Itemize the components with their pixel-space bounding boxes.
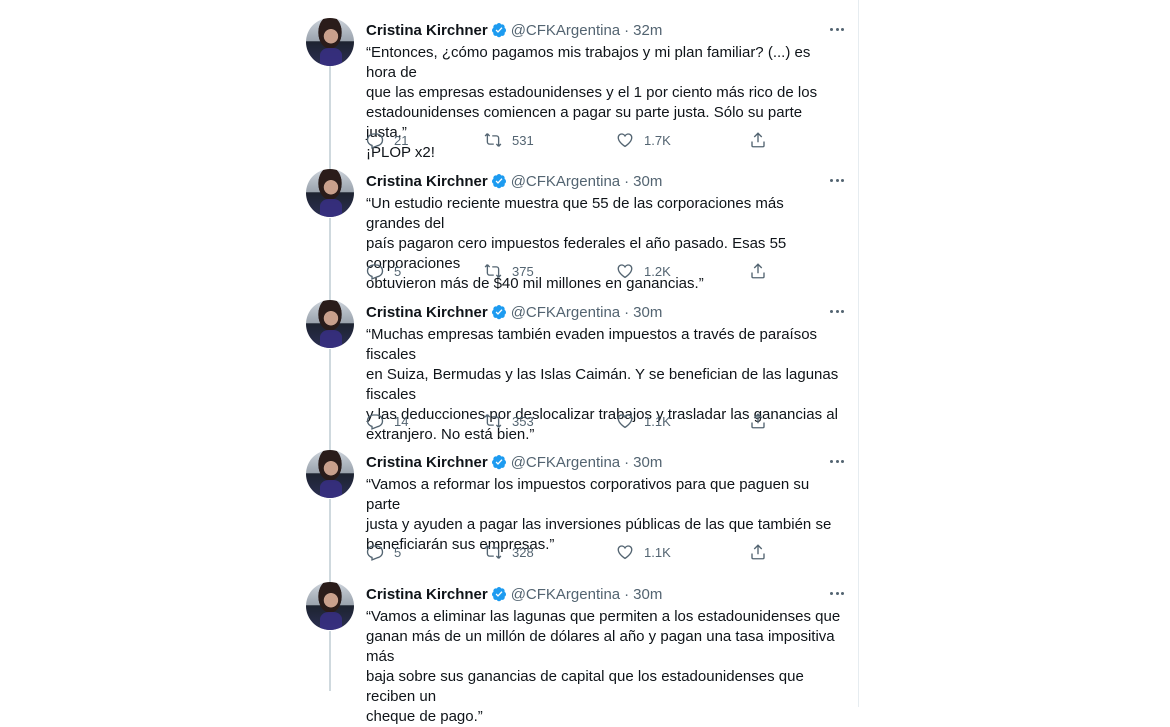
tweet-thread: Cristina Kirchner @CFKArgentina · 32m “E…	[292, 0, 859, 725]
tweet-header: Cristina Kirchner @CFKArgentina · 32m	[366, 20, 662, 40]
tweet-header: Cristina Kirchner @CFKArgentina · 30m	[366, 171, 662, 191]
like-button[interactable]: 1.2K	[616, 261, 671, 281]
avatar[interactable]	[306, 169, 354, 217]
retweet-icon	[484, 545, 502, 559]
retweet-button[interactable]: 353	[484, 411, 534, 431]
verified-badge-icon	[491, 305, 506, 320]
tweet-text: “Muchas empresas también evaden impuesto…	[366, 326, 839, 443]
reply-button[interactable]: 5	[366, 542, 401, 562]
like-icon	[617, 545, 633, 560]
reply-icon	[366, 264, 384, 280]
reply-button[interactable]: 14	[366, 411, 408, 431]
separator-dot: ·	[624, 172, 630, 190]
author-name[interactable]: Cristina Kirchner	[366, 304, 488, 321]
like-count: 1.7K	[644, 132, 671, 148]
separator-dot: ·	[624, 303, 630, 321]
author-handle[interactable]: @CFKArgentina	[511, 304, 620, 321]
like-icon	[617, 414, 633, 429]
tweet-text: “Entonces, ¿cómo pagamos mis trabajos y …	[366, 44, 818, 161]
separator-dot: ·	[624, 453, 630, 471]
like-count: 1.1K	[644, 413, 671, 429]
avatar[interactable]	[306, 300, 354, 348]
thread-line	[329, 499, 331, 582]
retweet-icon	[484, 414, 502, 428]
author-name[interactable]: Cristina Kirchner	[366, 22, 488, 39]
thread-line	[329, 349, 331, 450]
share-icon	[751, 413, 765, 429]
reply-count: 5	[394, 544, 402, 560]
reply-icon	[366, 545, 384, 561]
avatar[interactable]	[306, 582, 354, 630]
author-handle[interactable]: @CFKArgentina	[511, 173, 620, 190]
tweet-header: Cristina Kirchner @CFKArgentina · 30m	[366, 584, 662, 604]
like-count: 1.2K	[644, 263, 671, 279]
share-icon	[751, 132, 765, 148]
tweet-text: “Vamos a reformar los impuestos corporat…	[366, 476, 832, 553]
more-icon[interactable]	[830, 585, 844, 601]
like-count: 1.1K	[644, 544, 671, 560]
tweet-text: “Vamos a eliminar las lagunas que permit…	[366, 608, 841, 725]
share-button[interactable]	[749, 130, 767, 150]
tweet-text: “Un estudio reciente muestra que 55 de l…	[366, 195, 787, 292]
retweet-count: 353	[512, 413, 534, 429]
share-button[interactable]	[749, 542, 767, 562]
retweet-count: 531	[512, 132, 534, 148]
retweet-icon	[484, 133, 502, 147]
share-button[interactable]	[749, 261, 767, 281]
author-handle[interactable]: @CFKArgentina	[511, 22, 620, 39]
tweet-header: Cristina Kirchner @CFKArgentina · 30m	[366, 302, 662, 322]
reply-count: 14	[394, 413, 409, 429]
reply-icon	[366, 133, 384, 149]
thread-line	[329, 66, 331, 169]
verified-badge-icon	[491, 23, 506, 38]
retweet-icon	[484, 264, 502, 278]
tweet-header: Cristina Kirchner @CFKArgentina · 30m	[366, 452, 662, 472]
reply-count: 5	[394, 263, 402, 279]
thread-line	[329, 218, 331, 300]
author-name[interactable]: Cristina Kirchner	[366, 454, 488, 471]
more-icon[interactable]	[830, 453, 844, 469]
retweet-button[interactable]: 531	[484, 130, 534, 150]
share-icon	[751, 263, 765, 279]
retweet-button[interactable]: 328	[484, 542, 534, 562]
reply-button[interactable]: 5	[366, 261, 401, 281]
author-handle[interactable]: @CFKArgentina	[511, 586, 620, 603]
separator-dot: ·	[624, 585, 630, 603]
timestamp[interactable]: 30m	[633, 304, 662, 321]
reply-button[interactable]: 21	[366, 130, 408, 150]
reply-icon	[366, 414, 384, 430]
like-button[interactable]: 1.1K	[616, 542, 671, 562]
timestamp[interactable]: 30m	[633, 173, 662, 190]
more-icon[interactable]	[830, 172, 844, 188]
like-button[interactable]: 1.1K	[616, 411, 671, 431]
more-icon[interactable]	[830, 303, 844, 319]
verified-badge-icon	[491, 455, 506, 470]
retweet-count: 328	[512, 544, 534, 560]
like-icon	[617, 264, 633, 279]
avatar[interactable]	[306, 18, 354, 66]
author-name[interactable]: Cristina Kirchner	[366, 173, 488, 190]
retweet-button[interactable]: 375	[484, 261, 534, 281]
author-name[interactable]: Cristina Kirchner	[366, 586, 488, 603]
separator-dot: ·	[624, 21, 630, 39]
timestamp[interactable]: 30m	[633, 586, 662, 603]
like-button[interactable]: 1.7K	[616, 130, 671, 150]
retweet-count: 375	[512, 263, 534, 279]
avatar[interactable]	[306, 450, 354, 498]
share-button[interactable]	[749, 411, 767, 431]
more-icon[interactable]	[830, 21, 844, 37]
verified-badge-icon	[491, 174, 506, 189]
timestamp[interactable]: 32m	[633, 22, 662, 39]
like-icon	[617, 133, 633, 148]
reply-count: 21	[394, 132, 409, 148]
timestamp[interactable]: 30m	[633, 454, 662, 471]
author-handle[interactable]: @CFKArgentina	[511, 454, 620, 471]
verified-badge-icon	[491, 587, 506, 602]
share-icon	[751, 544, 765, 560]
thread-line	[329, 631, 331, 691]
